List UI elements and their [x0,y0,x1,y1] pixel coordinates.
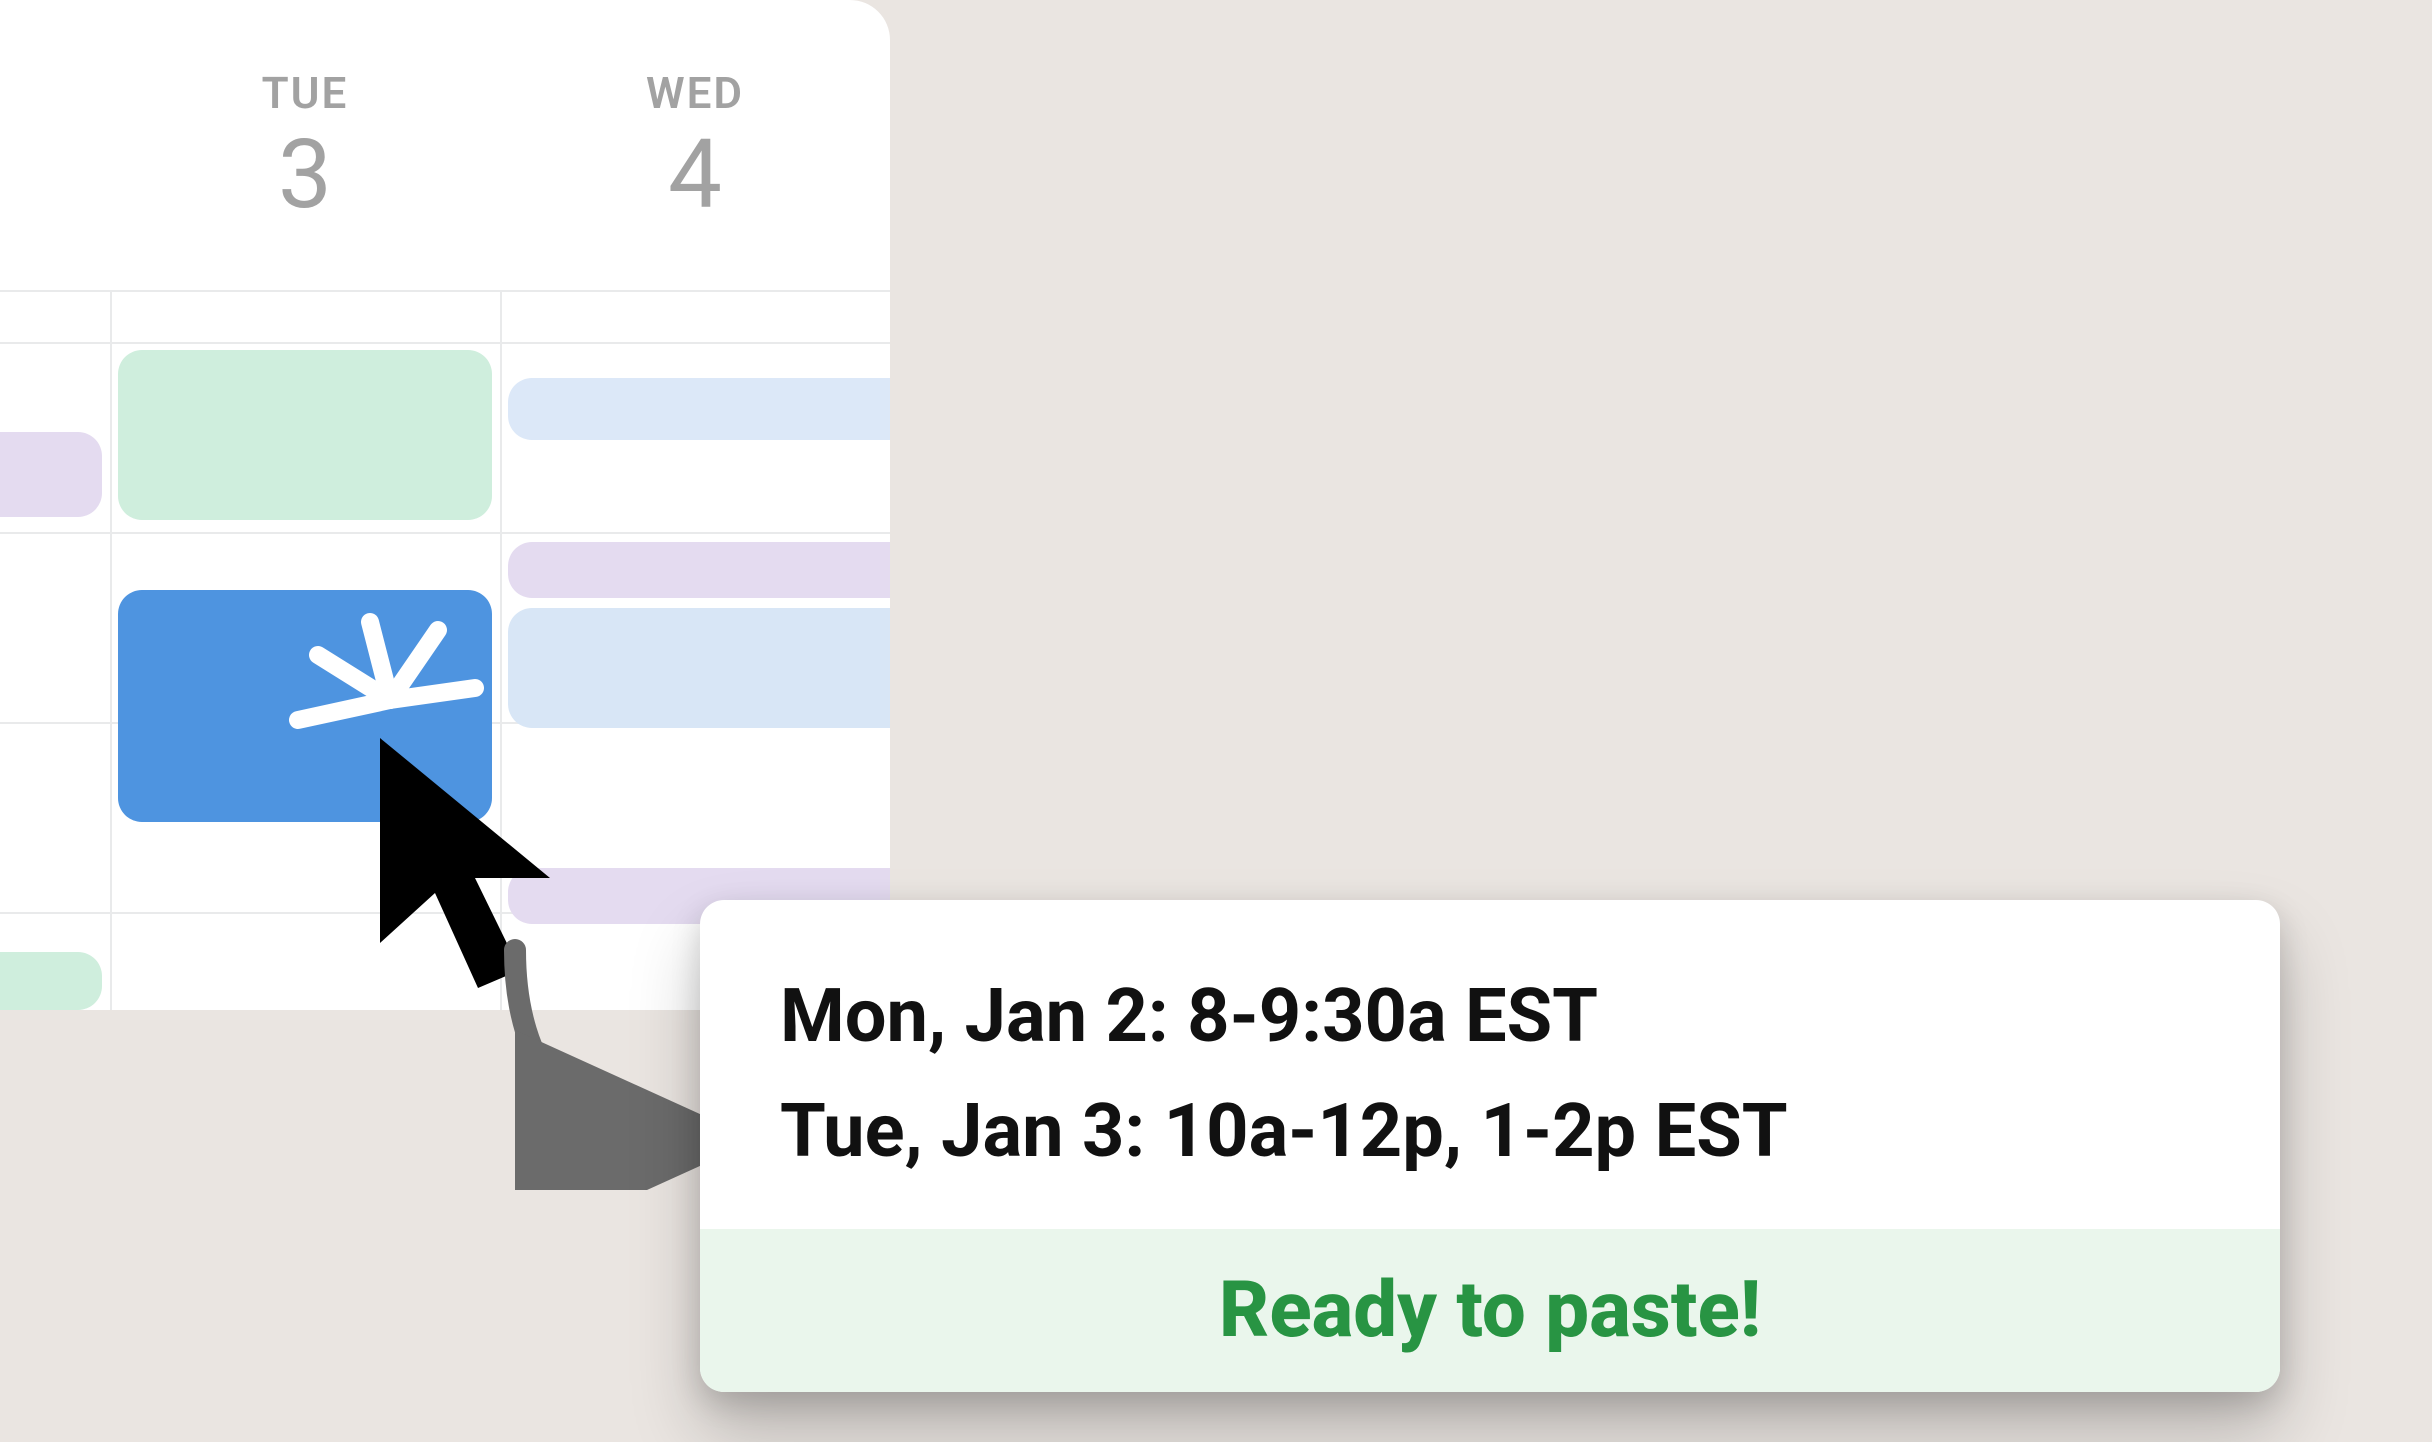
calendar-col-tue[interactable]: TUE 3 [110,0,500,290]
result-line-2: Tue, Jan 3: 10a-12p, 1-2p EST [780,1075,2200,1190]
calendar-header: TUE 3 WED 4 [0,0,890,292]
calendar-event[interactable] [508,608,890,728]
calendar-col-wed[interactable]: WED 4 [500,0,890,290]
calendar-col-sliver [0,0,110,290]
result-line-1: Mon, Jan 2: 8-9:30a EST [780,960,2200,1075]
status-text: Ready to paste! [720,1265,2260,1356]
day-label-tue: TUE [262,67,349,119]
day-label-wed: WED [646,67,744,119]
calendar-event[interactable] [508,378,890,440]
calendar-event[interactable] [0,432,102,517]
calendar-event-selected[interactable] [118,590,492,822]
grid-vline [110,292,112,1010]
grid-vline [500,292,502,1010]
result-footer: Ready to paste! [700,1229,2280,1392]
calendar-event[interactable] [0,952,102,1010]
result-body: Mon, Jan 2: 8-9:30a EST Tue, Jan 3: 10a-… [700,900,2280,1229]
canvas: TUE 3 WED 4 [0,0,2432,1442]
result-popup: Mon, Jan 2: 8-9:30a EST Tue, Jan 3: 10a-… [700,900,2280,1392]
calendar-event[interactable] [508,542,890,598]
calendar-event[interactable] [118,350,492,520]
grid-hline [0,342,890,344]
day-number-wed: 4 [668,127,722,223]
grid-hline [0,532,890,534]
calendar-card: TUE 3 WED 4 [0,0,890,1010]
day-number-tue: 3 [278,127,332,223]
